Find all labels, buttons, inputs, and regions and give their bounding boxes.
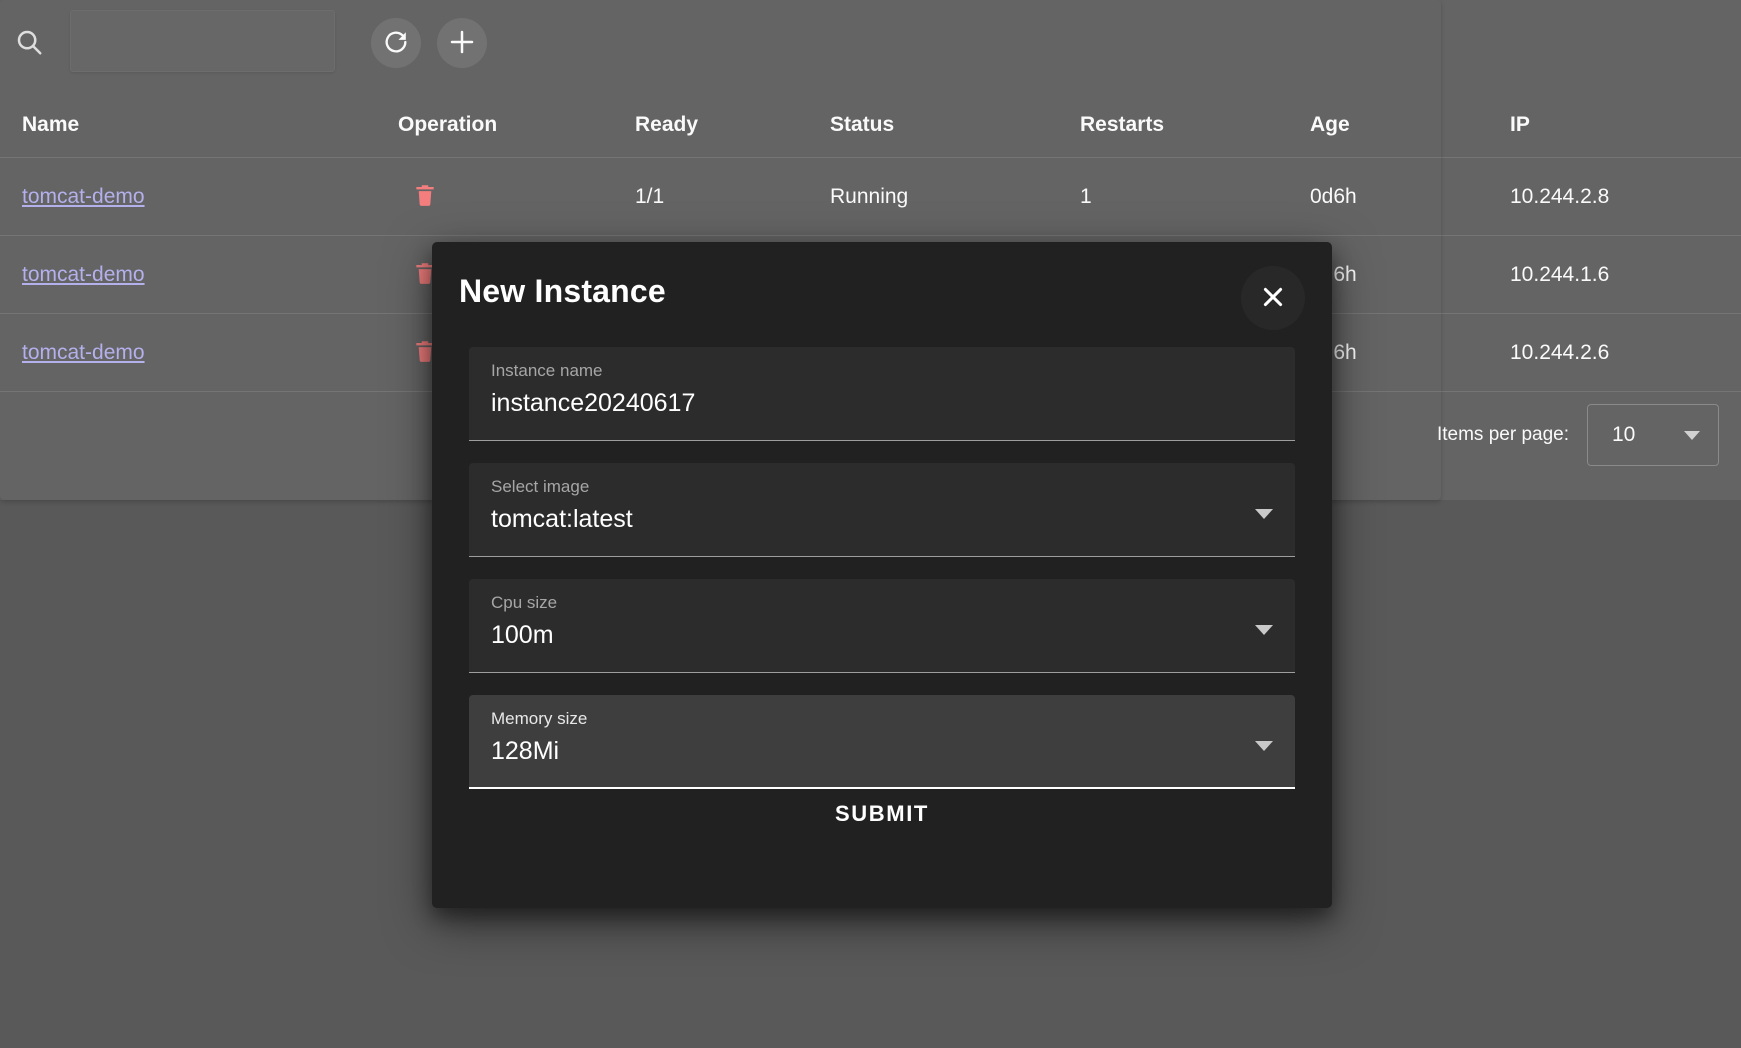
chevron-down-icon xyxy=(1255,625,1273,635)
dialog-title: New Instance xyxy=(459,273,666,309)
chevron-down-icon xyxy=(1255,509,1273,519)
instance-name-value: instance20240617 xyxy=(491,389,696,418)
memory-size-label: Memory size xyxy=(491,709,588,728)
cpu-size-value: 100m xyxy=(491,621,554,650)
dialog-actions: SUBMIT xyxy=(432,787,1332,841)
dialog-form: Instance name instance20240617 Select im… xyxy=(469,347,1295,811)
chevron-down-icon xyxy=(1255,741,1273,751)
select-image-value: tomcat:latest xyxy=(491,505,633,534)
select-image-field[interactable]: Select image tomcat:latest xyxy=(469,463,1295,557)
close-button[interactable] xyxy=(1241,266,1305,330)
instance-name-label: Instance name xyxy=(491,361,603,380)
memory-size-value: 128Mi xyxy=(491,737,560,766)
new-instance-dialog: New Instance Instance name instance20240… xyxy=(432,242,1332,908)
submit-button[interactable]: SUBMIT xyxy=(805,787,959,841)
select-image-label: Select image xyxy=(491,477,590,496)
close-icon xyxy=(1259,283,1287,314)
memory-size-field[interactable]: Memory size 128Mi xyxy=(469,695,1295,789)
cpu-size-label: Cpu size xyxy=(491,593,558,612)
instance-name-field[interactable]: Instance name instance20240617 xyxy=(469,347,1295,441)
page-root: Name Operation Ready Status Restarts Age… xyxy=(0,0,1741,1048)
cpu-size-field[interactable]: Cpu size 100m xyxy=(469,579,1295,673)
